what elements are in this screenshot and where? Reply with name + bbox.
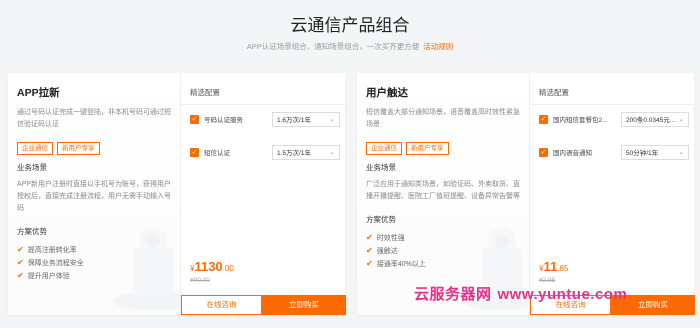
scene-heading: 业务场景 bbox=[366, 163, 396, 172]
product-card-app: APP拉新 通过号码认证完成一键登陆，非本机号码可通过短信验证码认证 企业通信新… bbox=[8, 73, 346, 315]
price: ¥11.65 bbox=[539, 258, 568, 276]
rules-link[interactable]: 活动规则 bbox=[423, 42, 453, 51]
tag-new-user: 新用户专享 bbox=[406, 142, 449, 155]
option-select[interactable]: 200条0.0345元... ⌄ bbox=[621, 111, 689, 127]
advantage-label: 提高注册转化率 bbox=[27, 247, 77, 254]
advantage-label: 保障业务流程安全 bbox=[27, 260, 84, 267]
price-integer: 11 bbox=[543, 259, 558, 274]
select-value: 50分钟/1年 bbox=[626, 150, 659, 157]
price: ¥1130.00 bbox=[190, 258, 234, 276]
checkbox-checked-icon[interactable]: ✓ bbox=[539, 114, 548, 124]
check-icon: ✔ bbox=[17, 245, 24, 254]
decorative-illustration bbox=[113, 227, 180, 310]
advantage-label: 接通率40%以上 bbox=[376, 261, 426, 268]
option-name: 国内语音通知 bbox=[553, 150, 592, 157]
option-name: 号码认证服务 bbox=[204, 117, 243, 124]
watermark-cn: 云服务器网 bbox=[414, 286, 492, 303]
scene-text: APP新用户注册时直接以手机号为账号，获得用户授权后，直接完成注册流程，用户无需… bbox=[17, 181, 172, 212]
card-info: 用户触达 短信覆盖大部分通知场景，语音覆盖高时效性紧急场景 企业通信 新用户专享 … bbox=[357, 73, 529, 315]
option-select[interactable]: 1.5万次/1年 ⌄ bbox=[272, 144, 340, 160]
option-select[interactable]: 50分钟/1年 ⌄ bbox=[621, 144, 689, 160]
option-name: 短信认证 bbox=[204, 150, 230, 157]
consult-button[interactable]: 在线咨询 bbox=[181, 295, 262, 315]
chevron-down-icon: ⌄ bbox=[329, 149, 335, 156]
card-description: 短信覆盖大部分通知场景，语音覆盖高时效性紧急场景 bbox=[366, 109, 520, 128]
chevron-down-icon: ⌄ bbox=[329, 116, 335, 123]
card-info: APP拉新 通过号码认证完成一键登陆，非本机号码可通过短信验证码认证 企业通信新… bbox=[8, 73, 180, 315]
card-config: 精选配置 ✓ 国内短信套餐包2... 200条0.0345元... ⌄ ✓ 国内语… bbox=[529, 73, 695, 315]
check-icon: ✔ bbox=[17, 258, 24, 267]
product-card-reach: 用户触达 短信覆盖大部分通知场景，语音覆盖高时效性紧急场景 企业通信 新用户专享 … bbox=[357, 73, 695, 315]
chevron-down-icon: ⌄ bbox=[678, 116, 684, 123]
checkbox-checked-icon[interactable]: ✓ bbox=[190, 114, 199, 124]
buy-button[interactable]: 立即购买 bbox=[262, 295, 346, 315]
config-title: 精选配置 bbox=[181, 73, 345, 105]
scene-heading: 业务场景 bbox=[17, 163, 47, 172]
select-value: 1.6万次/1年 bbox=[277, 117, 311, 124]
watermark: 云服务器网 www.yuntue.com bbox=[414, 283, 627, 304]
option-name: 国内短信套餐包2... bbox=[553, 117, 608, 124]
advantage-label: 时效性强 bbox=[376, 235, 405, 242]
page-subtitle: APP认证场景组合、通知场景组合，一次买齐更方便 活动规则 bbox=[0, 41, 700, 52]
card-config: 精选配置 ✓ 号码认证服务 1.6万次/1年 ⌄ ✓ 短信认证 1.5万次/1年 ⌄… bbox=[180, 73, 346, 315]
option-row: ✓ 号码认证服务 1.6万次/1年 ⌄ bbox=[190, 111, 340, 127]
watermark-url: www.yuntue.com bbox=[497, 286, 628, 303]
check-icon: ✔ bbox=[366, 259, 373, 268]
tag-enterprise: 企业通信 bbox=[17, 142, 53, 155]
card-title: APP拉新 bbox=[17, 87, 60, 99]
tag-list: 企业通信 新用户专享 bbox=[17, 137, 171, 155]
page-title: 云通信产品组合 bbox=[290, 16, 410, 35]
option-row: ✓ 国内语音通知 50分钟/1年 ⌄ bbox=[539, 144, 689, 160]
chevron-down-icon: ⌄ bbox=[678, 149, 684, 156]
advantage-label: 强触达 bbox=[376, 248, 398, 255]
option-select[interactable]: 1.6万次/1年 ⌄ bbox=[272, 111, 340, 127]
original-price: ¥90.00 bbox=[190, 277, 210, 284]
check-icon: ✔ bbox=[17, 271, 24, 280]
option-row: ✓ 国内短信套餐包2... 200条0.0345元... ⌄ bbox=[539, 111, 689, 127]
tag-enterprise: 企业通信 bbox=[366, 142, 402, 155]
tag-new-user: 新用户专享 bbox=[57, 142, 100, 155]
checkbox-checked-icon[interactable]: ✓ bbox=[190, 147, 199, 157]
check-icon: ✔ bbox=[366, 246, 373, 255]
price-integer: 1130 bbox=[194, 259, 223, 274]
card-description: 通过号码认证完成一键登陆，非本机号码可通过短信验证码认证 bbox=[17, 109, 171, 128]
advantage-label: 提升用户体验 bbox=[27, 273, 70, 280]
scene-text: 广泛应用于通知类场景，如验证码、外卖取货、直播开播提醒、医院工厂值班提醒、设备异… bbox=[366, 181, 520, 200]
check-icon: ✔ bbox=[366, 233, 373, 242]
select-value: 1.5万次/1年 bbox=[277, 150, 311, 157]
select-value: 200条0.0345元... bbox=[626, 117, 676, 124]
tag-list: 企业通信 新用户专享 bbox=[366, 137, 520, 155]
card-title: 用户触达 bbox=[366, 87, 408, 99]
subtitle-text: APP认证场景组合、通知场景组合，一次买齐更方便 bbox=[246, 42, 420, 51]
checkbox-checked-icon[interactable]: ✓ bbox=[539, 147, 548, 157]
option-row: ✓ 短信认证 1.5万次/1年 ⌄ bbox=[190, 144, 340, 160]
config-title: 精选配置 bbox=[530, 73, 694, 105]
price-decimal: .65 bbox=[557, 264, 569, 273]
price-decimal: .00 bbox=[222, 264, 234, 273]
